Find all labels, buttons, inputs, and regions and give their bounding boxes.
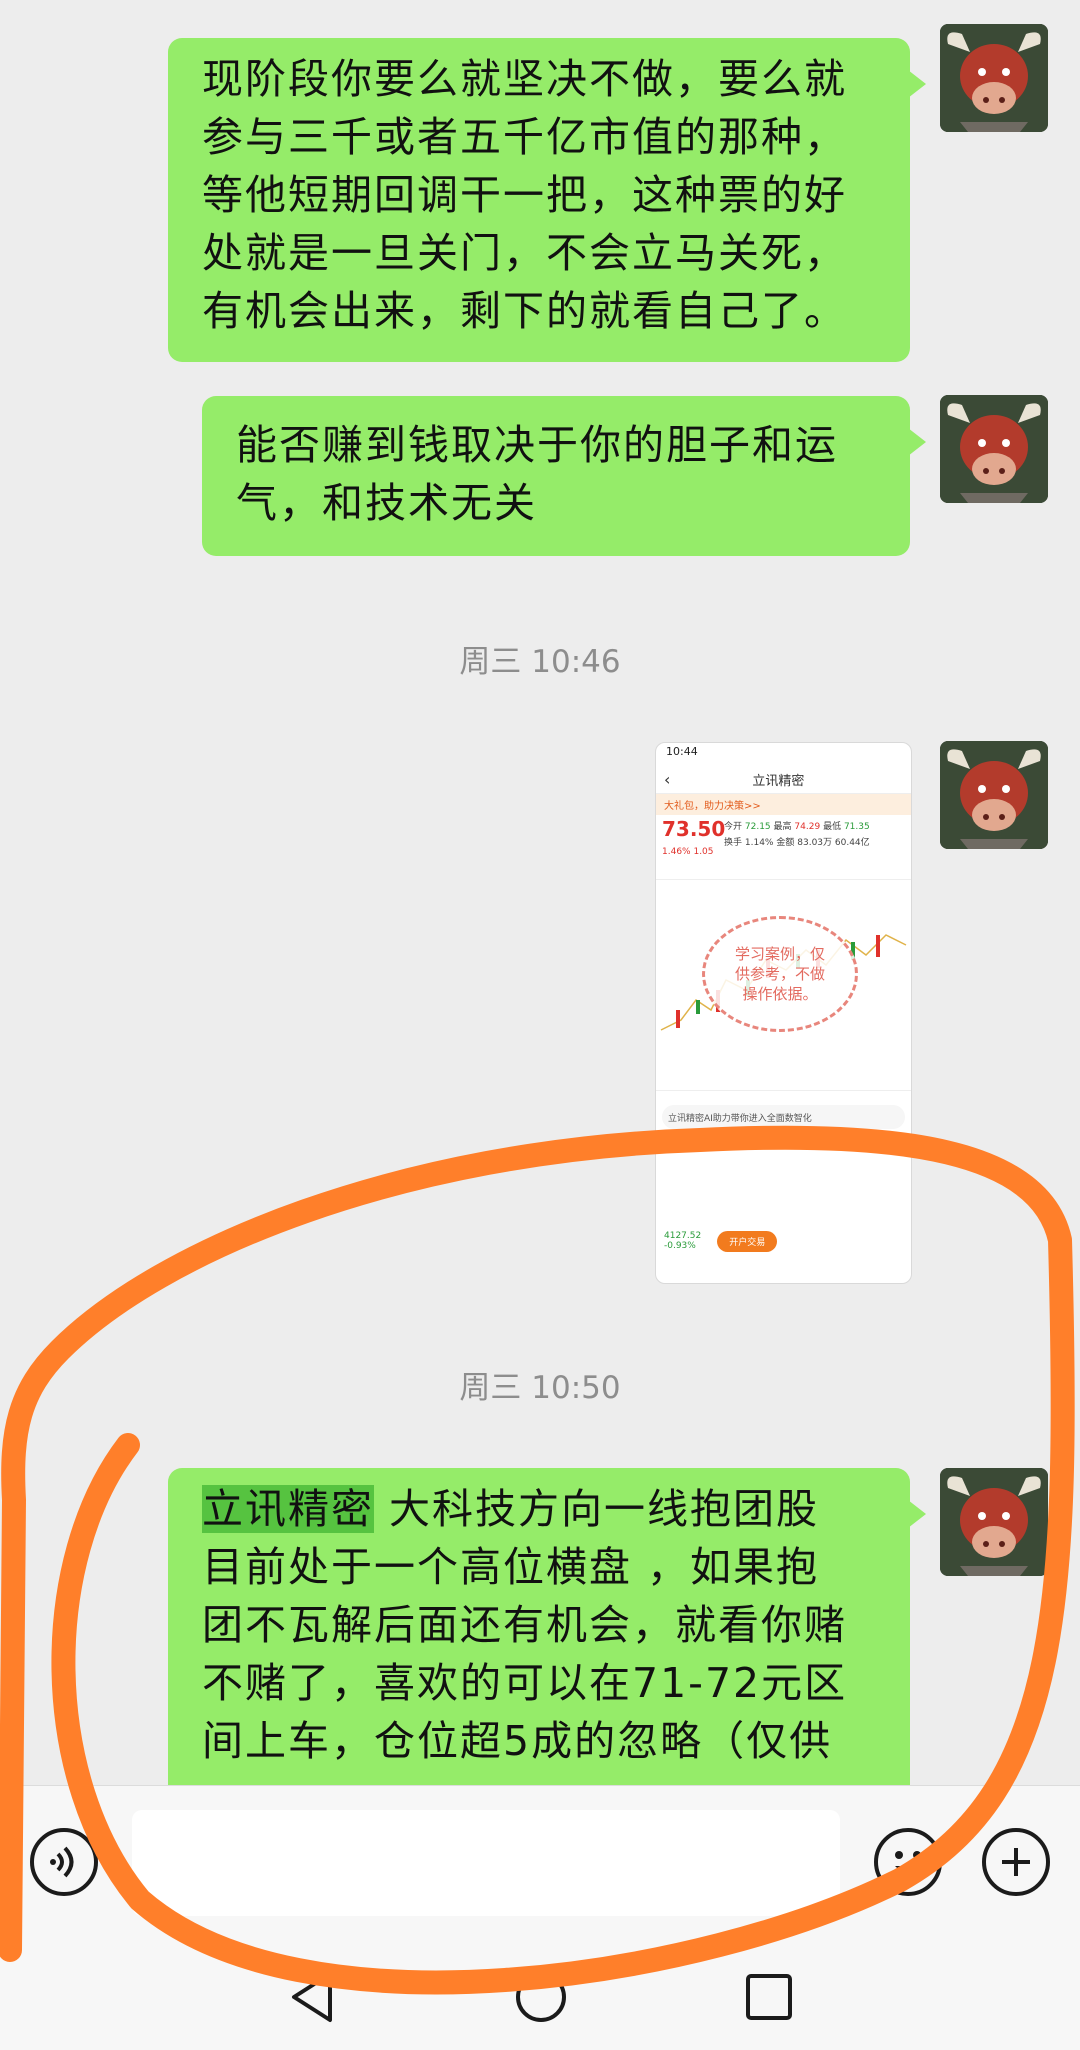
emoji-icon[interactable] bbox=[874, 1828, 942, 1896]
message-line: 目前处于一个高位横盘 ，如果抱 bbox=[202, 1543, 820, 1591]
screenshot-turnover-label: 换手 bbox=[724, 838, 743, 848]
screenshot-status-bar: 10:44 bbox=[656, 743, 911, 765]
message-line: 团不瓦解后面还有机会，就看你赌 bbox=[202, 1601, 847, 1649]
image-message[interactable]: 10:44 ‹ 立讯精密 大礼包，助力决策>> 73.50 1.46% 1.05… bbox=[655, 742, 912, 1284]
system-nav-bar bbox=[0, 1940, 1080, 2050]
message-line: 现阶段你要么就坚决不做，要么就 bbox=[202, 55, 847, 103]
screenshot-header: ‹ 立讯精密 bbox=[656, 765, 911, 794]
avatar[interactable] bbox=[940, 741, 1048, 849]
screenshot-open-account-button: 开户交易 bbox=[717, 1230, 778, 1252]
message-line: 参与三千或者五千亿市值的那种， bbox=[202, 113, 847, 161]
screenshot-open-label: 今开 bbox=[724, 822, 743, 832]
screenshot-ad: 立讯精密AI助力带你进入全面数智化 bbox=[662, 1105, 905, 1129]
message-input[interactable] bbox=[132, 1810, 840, 1916]
message-bubble[interactable]: 立讯精密 大科技方向一线抱团股 目前处于一个高位横盘 ，如果抱 团不瓦解后面还有… bbox=[168, 1468, 926, 1785]
screenshot-index-change: -0.93% bbox=[664, 1241, 696, 1251]
message-line: 有机会出来，剩下的就看自己了。 bbox=[202, 287, 847, 335]
message-line: 能否赚到钱取决于你的胆子和运 bbox=[236, 421, 838, 469]
message-line: 间上车，仓位超5成的忽略（仅供 bbox=[202, 1717, 833, 1765]
screenshot-open: 72.15 bbox=[744, 822, 771, 832]
screenshot-high-label: 最高 bbox=[773, 822, 792, 832]
disclaimer-stamp: 学习案例，仅供参考，不做操作依据。 bbox=[702, 916, 858, 1032]
message-bubble[interactable]: 能否赚到钱取决于你的胆子和运 气，和技术无关 bbox=[202, 396, 926, 556]
message-line: 处就是一旦关门，不会立马关死， bbox=[202, 229, 847, 277]
screenshot-change-pct: 1.46% bbox=[662, 847, 691, 857]
avatar[interactable] bbox=[940, 1468, 1048, 1576]
avatar[interactable] bbox=[940, 395, 1048, 503]
screenshot-banner: 大礼包，助力决策>> bbox=[656, 794, 911, 815]
back-icon: ‹ bbox=[664, 769, 671, 789]
screenshot-low: 71.35 bbox=[843, 822, 870, 832]
avatar[interactable] bbox=[940, 24, 1048, 132]
message-line: 气，和技术无关 bbox=[236, 479, 537, 527]
message-line: 立讯精密 大科技方向一线抱团股 bbox=[202, 1480, 882, 1538]
screenshot-turnover: 1.14% bbox=[744, 838, 774, 848]
screenshot-price: 73.50 bbox=[662, 817, 726, 841]
screenshot-chart: 学习案例，仅供参考，不做操作依据。 bbox=[656, 879, 911, 1091]
screenshot-index-value: 4127.52 bbox=[664, 1231, 702, 1241]
screenshot-bottom-bar: 4127.52 -0.93% 开户交易 bbox=[656, 1223, 911, 1259]
screenshot-volume: 83.03万 bbox=[797, 838, 833, 848]
timestamp: 周三 10:50 bbox=[459, 1370, 621, 1406]
chat-area: 现阶段你要么就坚决不做，要么就 参与三千或者五千亿市值的那种， 等他短期回调干一… bbox=[0, 0, 1080, 1785]
screenshot-volume-label: 金额 bbox=[776, 838, 795, 848]
screenshot-stock-name: 立讯精密 bbox=[752, 773, 805, 789]
screenshot-quote: 73.50 1.46% 1.05 今开 72.15 最高 74.29 最低 71… bbox=[656, 815, 911, 879]
message-line: 等他短期回调干一把，这种票的好 bbox=[202, 171, 847, 219]
screenshot-time: 10:44 bbox=[666, 745, 698, 758]
stock-highlight[interactable]: 立讯精密 bbox=[202, 1485, 374, 1533]
timestamp: 周三 10:46 bbox=[459, 644, 621, 680]
nav-back-icon[interactable] bbox=[288, 1970, 336, 2024]
screenshot-high: 74.29 bbox=[794, 822, 821, 832]
message-bubble[interactable]: 现阶段你要么就坚决不做，要么就 参与三千或者五千亿市值的那种， 等他短期回调干一… bbox=[168, 38, 926, 362]
plus-icon[interactable] bbox=[982, 1828, 1050, 1896]
message-line: 不赌了，喜欢的可以在71-72元区 bbox=[202, 1659, 848, 1707]
nav-home-icon[interactable] bbox=[514, 1970, 568, 2024]
disclaimer-stamp-text: 学习案例，仅供参考，不做操作依据。 bbox=[734, 945, 825, 1003]
screenshot-ad-text: 立讯精密AI助力带你进入全面数智化 bbox=[668, 1113, 812, 1124]
screenshot-change: 1.05 bbox=[693, 847, 714, 857]
voice-icon[interactable] bbox=[30, 1828, 98, 1896]
nav-recents-icon[interactable] bbox=[744, 1972, 794, 2022]
screenshot-low-label: 最低 bbox=[823, 822, 842, 832]
screenshot-amount: 60.44亿 bbox=[834, 838, 870, 848]
input-bar bbox=[0, 1785, 1080, 1941]
message-text: 大科技方向一线抱团股 bbox=[374, 1485, 820, 1533]
